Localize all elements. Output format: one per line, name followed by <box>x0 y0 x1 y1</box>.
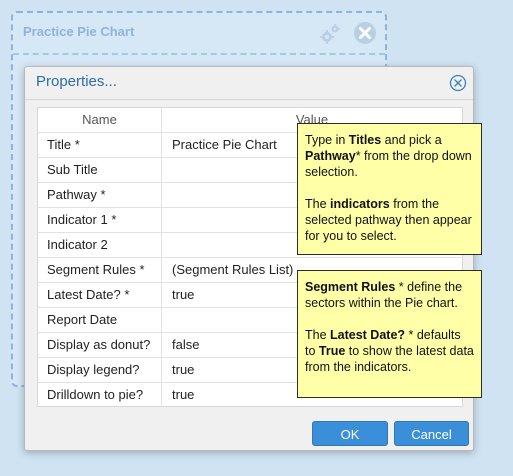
widget-title: Practice Pie Chart <box>23 24 135 39</box>
property-name: Report Date <box>47 312 118 327</box>
cell-divider <box>161 158 162 182</box>
property-value[interactable]: true <box>172 383 194 407</box>
property-name: Display legend? <box>47 362 140 377</box>
tooltip-paragraph: The The indicators from the selected pat… <box>305 197 472 243</box>
dialog-divider <box>25 99 473 100</box>
property-name: Drilldown to pie? <box>47 387 144 402</box>
help-tooltip-segment-rules: Segment Rules * define the sectors withi… <box>297 270 482 398</box>
property-value[interactable]: false <box>172 333 199 357</box>
property-name: Segment Rules * <box>47 262 145 277</box>
cell-divider <box>161 208 162 232</box>
cell-divider <box>161 308 162 332</box>
gear-icon[interactable] <box>319 23 341 45</box>
help-tooltip-titles: Type in Titles and pick a Pathway* from … <box>297 123 482 255</box>
cell-divider <box>161 358 162 382</box>
cell-divider <box>161 133 162 157</box>
property-value[interactable]: (Segment Rules List) <box>172 258 293 282</box>
ok-button[interactable]: OK <box>312 421 388 446</box>
cell-divider <box>161 333 162 357</box>
property-value[interactable]: true <box>172 358 194 382</box>
property-name: Title * <box>47 137 80 152</box>
tooltip-paragraph: The Latest Date? * defaults to True to s… <box>305 328 474 374</box>
property-name: Display as donut? <box>47 337 151 352</box>
property-name: Sub Title <box>47 162 98 177</box>
cell-divider <box>161 258 162 282</box>
dialog-title: Properties... <box>36 73 117 90</box>
property-name: Indicator 2 <box>47 237 108 252</box>
cell-divider <box>161 233 162 257</box>
cell-divider <box>161 183 162 207</box>
close-icon[interactable] <box>449 74 467 92</box>
property-value[interactable]: true <box>172 283 194 307</box>
tooltip-paragraph: Segment Rules * define the sectors withi… <box>305 280 463 310</box>
property-name: Indicator 1 * <box>47 212 117 227</box>
property-name: Latest Date? * <box>47 287 130 302</box>
tooltip-paragraph: Type in Titles and pick a Pathway* from … <box>305 133 472 179</box>
close-icon[interactable] <box>353 21 377 45</box>
column-header-name[interactable]: Name <box>38 108 161 132</box>
property-name: Pathway * <box>47 187 106 202</box>
cancel-button[interactable]: Cancel <box>394 421 469 446</box>
cell-divider <box>161 283 162 307</box>
property-value[interactable]: Practice Pie Chart <box>172 133 277 157</box>
widget-header: Practice Pie Chart <box>13 13 385 55</box>
cell-divider <box>161 383 162 407</box>
